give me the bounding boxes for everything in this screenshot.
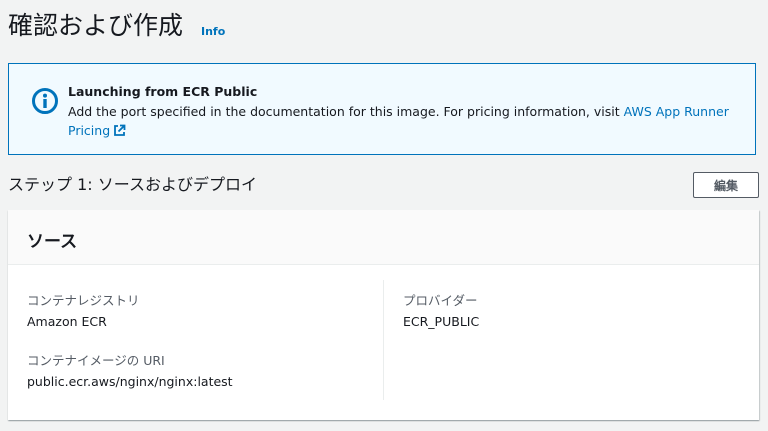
- column-divider: [383, 280, 384, 400]
- step-title: ステップ 1: ソースおよびデプロイ: [8, 175, 257, 194]
- container-image-uri-label: コンテナイメージの URI: [27, 353, 165, 368]
- container-registry-value: Amazon ECR: [27, 314, 107, 329]
- source-card: ソース コンテナレジストリ Amazon ECR コンテナイメージの URI p…: [8, 210, 759, 420]
- page-title: 確認および作成: [8, 11, 184, 40]
- edit-button[interactable]: 編集: [693, 172, 759, 198]
- alert-body: Add the port specified in the documentat…: [68, 102, 738, 142]
- source-card-title: ソース: [27, 232, 78, 252]
- info-link[interactable]: Info: [201, 25, 225, 38]
- alert-title: Launching from ECR Public: [68, 84, 258, 99]
- external-link-icon[interactable]: [113, 123, 126, 142]
- alert-body-text: Add the port specified in the documentat…: [68, 104, 624, 119]
- container-registry-label: コンテナレジストリ: [27, 293, 140, 308]
- info-alert: Launching from ECR Public Add the port s…: [8, 63, 756, 155]
- info-circle-icon: [31, 87, 59, 115]
- provider-value: ECR_PUBLIC: [403, 314, 480, 329]
- source-card-header: ソース: [8, 210, 759, 265]
- provider-label: プロバイダー: [403, 293, 478, 308]
- container-image-uri-value: public.ecr.aws/nginx/nginx:latest: [27, 374, 233, 389]
